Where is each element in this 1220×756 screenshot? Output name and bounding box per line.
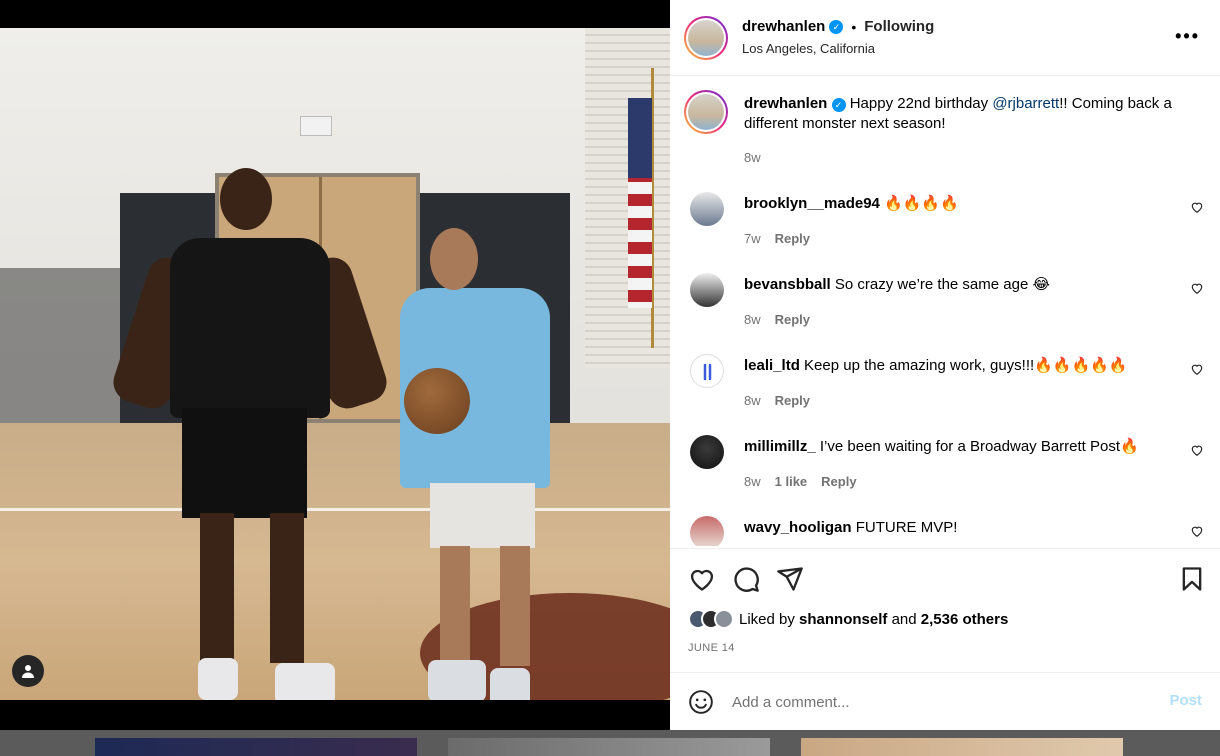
comment-like-count[interactable]: 1 like [775, 474, 808, 489]
comment-text: FUTURE MVP! [855, 519, 958, 536]
comment-username[interactable]: wavy_hooligan [744, 519, 852, 536]
commenter-avatar[interactable] [690, 516, 724, 546]
leali-logo-icon [703, 363, 712, 381]
player-black-shirt [108, 168, 392, 700]
bleachers [0, 268, 120, 428]
comment-text: So crazy we’re the same age 😂 [834, 276, 1050, 293]
liked-by-prefix: Liked by [739, 610, 795, 628]
comment-like-heart-icon[interactable] [1190, 281, 1204, 295]
comment-item: bevansbball So crazy we’re the same age … [670, 265, 1220, 345]
tagged-user-icon[interactable] [12, 655, 44, 687]
post-details-panel: drewhanlen ✓ • Following Los Angeles, Ca… [670, 0, 1220, 730]
comment-time[interactable]: 8w [744, 474, 761, 489]
background-grid-strip [0, 730, 1220, 756]
comment-item: wavy_hooligan FUTURE MVP! [670, 508, 1220, 546]
smiley-icon[interactable] [688, 689, 714, 715]
grid-thumbnail[interactable] [801, 738, 1123, 756]
commenter-avatar[interactable] [690, 354, 724, 388]
more-options-icon[interactable]: ••• [1175, 26, 1200, 46]
liker-avatar [714, 609, 734, 629]
author-username[interactable]: drewhanlen [742, 18, 825, 35]
flag-canton [628, 98, 652, 178]
post-date[interactable]: JUNE 14 [688, 642, 735, 654]
comment-item: brooklyn__made94 🔥🔥🔥🔥 7w Reply [670, 184, 1220, 264]
likes-summary[interactable]: Liked by shannonself and 2,536 others [688, 609, 1008, 629]
commenter-avatar[interactable] [690, 192, 724, 226]
player-blue-shirt [390, 228, 570, 700]
heart-icon[interactable] [688, 565, 716, 593]
caption-text: drewhanlen ✓ Happy 22nd birthday @rjbarr… [744, 94, 1194, 134]
comment-username[interactable]: brooklyn__made94 [744, 195, 880, 212]
caption-body-start: Happy 22nd birthday [849, 95, 993, 112]
comment-time[interactable]: 7w [744, 231, 761, 246]
send-icon[interactable] [776, 565, 804, 593]
comment-username[interactable]: millimillz_ [744, 438, 816, 455]
caption-avatar[interactable] [684, 90, 728, 134]
reply-button[interactable]: Reply [821, 474, 856, 489]
comments-list[interactable]: brooklyn__made94 🔥🔥🔥🔥 7w Reply bevansbbal… [670, 184, 1220, 546]
grid-thumbnail[interactable] [448, 738, 770, 756]
comment-text: I’ve been waiting for a Broadway Barrett… [819, 438, 1139, 455]
basketball [404, 368, 470, 434]
exit-sign [300, 116, 332, 136]
post-media[interactable] [0, 0, 670, 730]
post-photo[interactable] [0, 28, 670, 700]
comment-item: leali_ltd Keep up the amazing work, guys… [670, 346, 1220, 426]
comment-input[interactable] [732, 687, 1132, 717]
comment-composer: Post [670, 672, 1220, 730]
caption-timestamp[interactable]: 8w [744, 150, 761, 165]
separator-dot: • [851, 18, 857, 35]
verified-badge-icon: ✓ [831, 98, 846, 112]
commenter-avatar[interactable] [690, 273, 724, 307]
grid-thumbnail[interactable] [95, 738, 417, 756]
post-location[interactable]: Los Angeles, California [742, 41, 875, 56]
bookmark-icon[interactable] [1178, 565, 1206, 593]
comment-item: millimillz_ I’ve been waiting for a Broa… [670, 427, 1220, 507]
caption-username[interactable]: drewhanlen [744, 95, 827, 112]
following-button[interactable]: Following [864, 18, 934, 35]
author-avatar[interactable] [684, 16, 728, 60]
caption-mention-link[interactable]: @rjbarrett [992, 95, 1059, 112]
liked-by-user[interactable]: shannonself [799, 611, 887, 628]
reply-button[interactable]: Reply [775, 393, 810, 408]
comment-text: Keep up the amazing work, guys!!!🔥🔥🔥🔥🔥 [804, 357, 1128, 374]
comment-like-heart-icon[interactable] [1190, 200, 1204, 214]
reply-button[interactable]: Reply [775, 312, 810, 327]
comment-time[interactable]: 8w [744, 393, 761, 408]
comment-like-heart-icon[interactable] [1190, 524, 1204, 538]
reply-button[interactable]: Reply [775, 231, 810, 246]
post-comment-button[interactable]: Post [1169, 692, 1202, 709]
comment-like-heart-icon[interactable] [1190, 443, 1204, 457]
comment-text: 🔥🔥🔥🔥 [884, 195, 959, 212]
comment-username[interactable]: bevansbball [744, 276, 831, 293]
post-header: drewhanlen ✓ • Following Los Angeles, Ca… [670, 0, 1220, 76]
comment-username[interactable]: leali_ltd [744, 357, 800, 374]
commenter-avatar[interactable] [690, 435, 724, 469]
liked-by-and: and [891, 610, 917, 628]
comment-like-heart-icon[interactable] [1190, 362, 1204, 376]
comment-time[interactable]: 8w [744, 312, 761, 327]
comment-bubble-icon[interactable] [732, 565, 760, 593]
post-actions: Liked by shannonself and 2,536 others JU… [670, 548, 1220, 672]
liked-by-others[interactable]: 2,536 others [921, 611, 1009, 628]
verified-badge-icon: ✓ [829, 19, 844, 34]
